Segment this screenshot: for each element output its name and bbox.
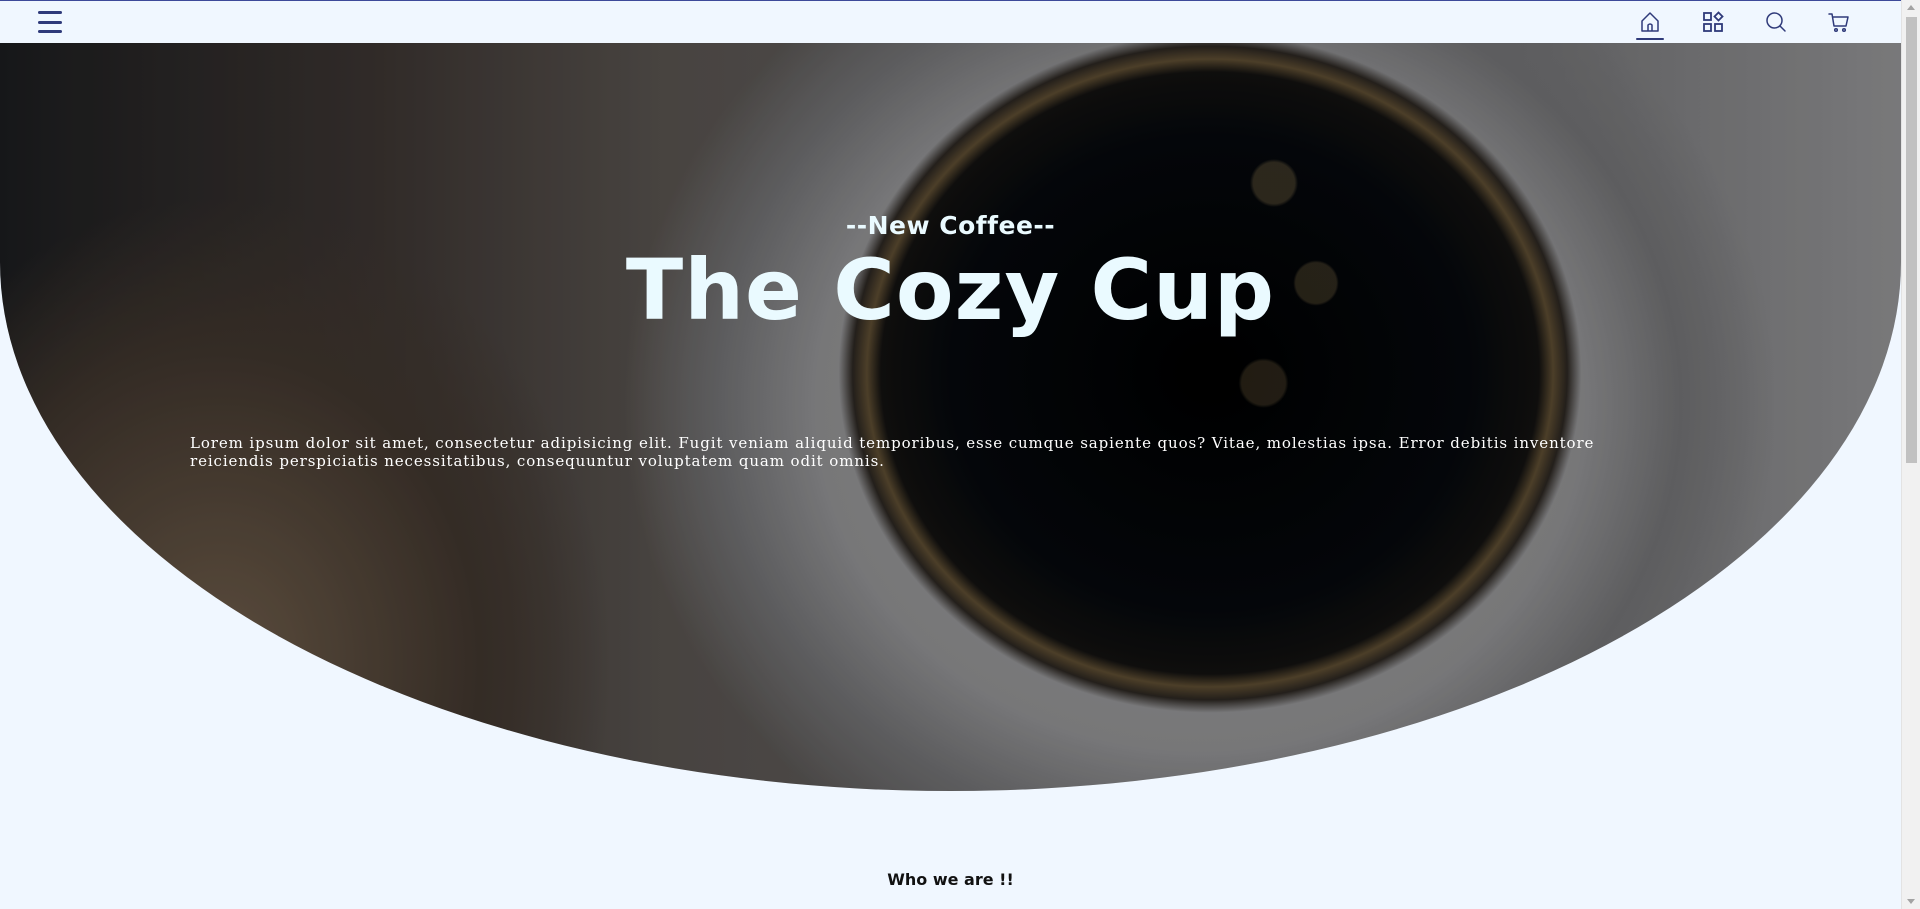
search-icon[interactable] (1754, 1, 1798, 44)
hero-banner (0, 43, 1901, 791)
home-icon[interactable] (1628, 1, 1672, 44)
hero-description: Lorem ipsum dolor sit amet, consectetur … (190, 434, 1595, 470)
hero-overlay (0, 43, 1901, 791)
top-navbar (0, 0, 1901, 43)
slider-prev-arrow-icon[interactable] (14, 399, 21, 413)
slider-next-arrow-icon[interactable] (1884, 399, 1891, 413)
categories-icon[interactable] (1691, 1, 1735, 44)
hamburger-menu-icon[interactable] (38, 11, 62, 33)
who-we-are-heading: Who we are !! (887, 870, 1014, 889)
page: --New Coffee-- The Cozy Cup Lorem ipsum … (0, 0, 1920, 909)
nav-icon-group (1609, 1, 1861, 44)
cart-icon[interactable] (1817, 1, 1861, 44)
hero-subtitle: --New Coffee-- (845, 211, 1056, 240)
scroll-down-arrow-icon[interactable] (1907, 899, 1915, 904)
scroll-up-arrow-icon[interactable] (1907, 5, 1915, 10)
vertical-scrollbar[interactable] (1901, 0, 1920, 909)
hero-title: The Cozy Cup (625, 241, 1276, 339)
scrollbar-thumb[interactable] (1906, 17, 1917, 463)
